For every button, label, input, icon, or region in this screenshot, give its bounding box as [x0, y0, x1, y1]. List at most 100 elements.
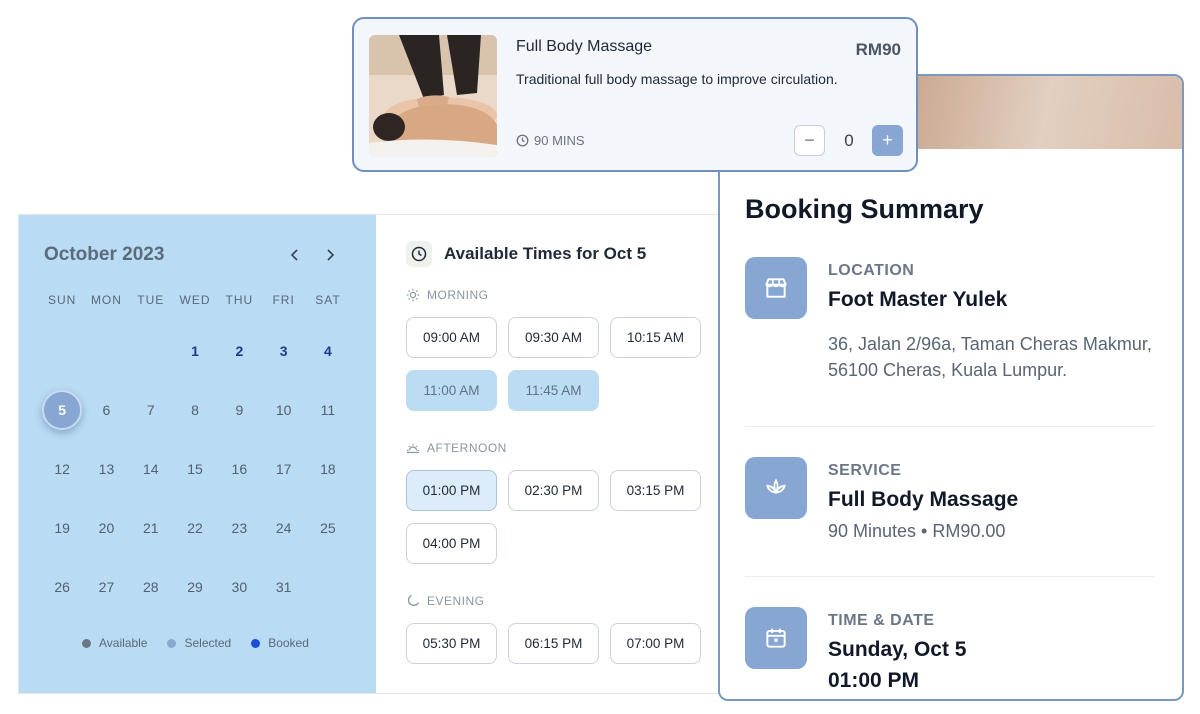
- calendar-day[interactable]: 31: [261, 557, 305, 616]
- times-title: Available Times for Oct 5: [444, 244, 647, 263]
- time-slot-button[interactable]: 02:30 PM: [508, 470, 599, 511]
- time-slot-button[interactable]: 01:00 PM: [406, 470, 497, 511]
- time-slot-button[interactable]: 07:00 PM: [610, 623, 701, 664]
- calendar-day-number: 9: [235, 401, 244, 418]
- calendar-day-number: 24: [275, 519, 292, 536]
- quantity-value: 0: [844, 131, 854, 150]
- moon-icon: [406, 594, 420, 608]
- legend-item: Booked: [251, 636, 309, 650]
- calendar-day[interactable]: 30: [217, 557, 261, 616]
- period-label: MORNING: [427, 288, 489, 302]
- calendar-day[interactable]: 29: [173, 557, 217, 616]
- calendar-day[interactable]: 21: [129, 498, 173, 557]
- calendar-day-number: 26: [54, 578, 70, 595]
- calendar-day-number: 28: [142, 578, 159, 595]
- prev-month-button[interactable]: [286, 245, 304, 265]
- calendar-day-number: 31: [275, 578, 292, 595]
- legend-item: Selected: [167, 636, 231, 650]
- sunset-icon: [406, 441, 420, 455]
- calendar-day-number: 5: [42, 389, 83, 430]
- time-slot-button: 11:00 AM: [406, 370, 497, 411]
- calendar-icon: [745, 607, 807, 669]
- summary-title: Booking Summary: [745, 194, 984, 224]
- legend-item: Available: [82, 636, 147, 650]
- calendar-day[interactable]: 5: [40, 380, 84, 439]
- calendar-day[interactable]: 25: [306, 498, 350, 557]
- calendar-day-number: 21: [142, 519, 159, 536]
- calendar-day[interactable]: 4: [306, 321, 350, 380]
- summary-divider: [745, 576, 1155, 577]
- time-slot-button: 11:45 AM: [508, 370, 599, 411]
- legend-dot: [82, 638, 91, 648]
- calendar-day[interactable]: 7: [129, 380, 173, 439]
- calendar-day[interactable]: 27: [84, 557, 128, 616]
- decrease-quantity-button[interactable]: −: [794, 125, 825, 156]
- calendar-day[interactable]: 18: [306, 439, 350, 498]
- calendar-day-number: 8: [191, 401, 199, 418]
- store-icon: [745, 257, 807, 319]
- clock-icon: [406, 241, 432, 267]
- calendar-day-number: 29: [187, 578, 203, 595]
- calendar-empty-cell: [129, 321, 173, 380]
- service-card-duration: 90 MINS: [516, 133, 585, 148]
- calendar-day-number: 22: [187, 519, 203, 536]
- chevron-left-icon: [290, 249, 298, 261]
- time-slot-button[interactable]: 09:30 AM: [508, 317, 599, 358]
- period-morning: MORNING: [406, 288, 489, 302]
- legend-dot: [251, 638, 261, 648]
- calendar-day[interactable]: 1: [173, 321, 217, 380]
- calendar-day-number: 12: [54, 460, 70, 477]
- calendar-day[interactable]: 11: [306, 380, 350, 439]
- calendar-day[interactable]: 15: [173, 439, 217, 498]
- weekday-header: FRI: [272, 293, 295, 307]
- legend-label: Selected: [184, 636, 232, 650]
- legend-label: Available: [99, 636, 148, 650]
- calendar-empty-cell: [40, 321, 84, 380]
- calendar-month-title: October 2023: [44, 244, 165, 265]
- massage-photo: [369, 35, 497, 157]
- calendar-empty-cell: [84, 321, 128, 380]
- calendar-day[interactable]: 22: [173, 498, 217, 557]
- service-detail: 90 Minutes • RM90.00: [828, 521, 1006, 541]
- service-card-price: RM90: [855, 40, 901, 59]
- calendar-day[interactable]: 2: [217, 321, 261, 380]
- time-slot-button[interactable]: 03:15 PM: [610, 470, 701, 511]
- calendar-day[interactable]: 19: [40, 498, 84, 557]
- time-slot-button[interactable]: 06:15 PM: [508, 623, 599, 664]
- increase-quantity-button[interactable]: +: [872, 125, 903, 156]
- calendar-day[interactable]: 14: [129, 439, 173, 498]
- calendar-day-number: 15: [187, 460, 203, 477]
- calendar-day-number: 2: [235, 342, 244, 359]
- calendar-day-number: 16: [231, 460, 248, 477]
- calendar-day[interactable]: 8: [173, 380, 217, 439]
- weekday-header: SAT: [315, 293, 341, 307]
- time-slot-button[interactable]: 05:30 PM: [406, 623, 497, 664]
- next-month-button[interactable]: [321, 245, 339, 265]
- time-date-label: TIME & DATE: [828, 612, 935, 629]
- weekday-header: SUN: [47, 293, 77, 307]
- calendar-day[interactable]: 3: [261, 321, 305, 380]
- summary-divider: [745, 426, 1155, 427]
- service-card[interactable]: Full Body Massage Traditional full body …: [352, 17, 918, 172]
- calendar-day[interactable]: 9: [217, 380, 261, 439]
- calendar-day[interactable]: 23: [217, 498, 261, 557]
- booking-stage: October 2023 SUN MON TUE WED THU FRI SAT 1 2 3 4 5 6…: [0, 0, 1200, 714]
- calendar-day-number: 25: [320, 519, 336, 536]
- calendar-day[interactable]: 24: [261, 498, 305, 557]
- calendar-day[interactable]: 16: [217, 439, 261, 498]
- location-name: Foot Master Yulek: [828, 288, 1008, 311]
- calendar-day[interactable]: 26: [40, 557, 84, 616]
- calendar-day[interactable]: 10: [261, 380, 305, 439]
- calendar-day[interactable]: 17: [261, 439, 305, 498]
- calendar: October 2023 SUN MON TUE WED THU FRI SAT 1 2 3 4 5 6…: [19, 215, 376, 693]
- time-slot-button[interactable]: 04:00 PM: [406, 523, 497, 564]
- period-label: EVENING: [427, 594, 485, 608]
- calendar-day[interactable]: 28: [129, 557, 173, 616]
- time-slot-button[interactable]: 09:00 AM: [406, 317, 497, 358]
- available-times: Available Times for Oct 5 MORNING 09:00 A…: [376, 215, 737, 693]
- calendar-day[interactable]: 6: [84, 380, 128, 439]
- calendar-day[interactable]: 12: [40, 439, 84, 498]
- time-slot-button[interactable]: 10:15 AM: [610, 317, 701, 358]
- calendar-day[interactable]: 13: [84, 439, 128, 498]
- calendar-day[interactable]: 20: [84, 498, 128, 557]
